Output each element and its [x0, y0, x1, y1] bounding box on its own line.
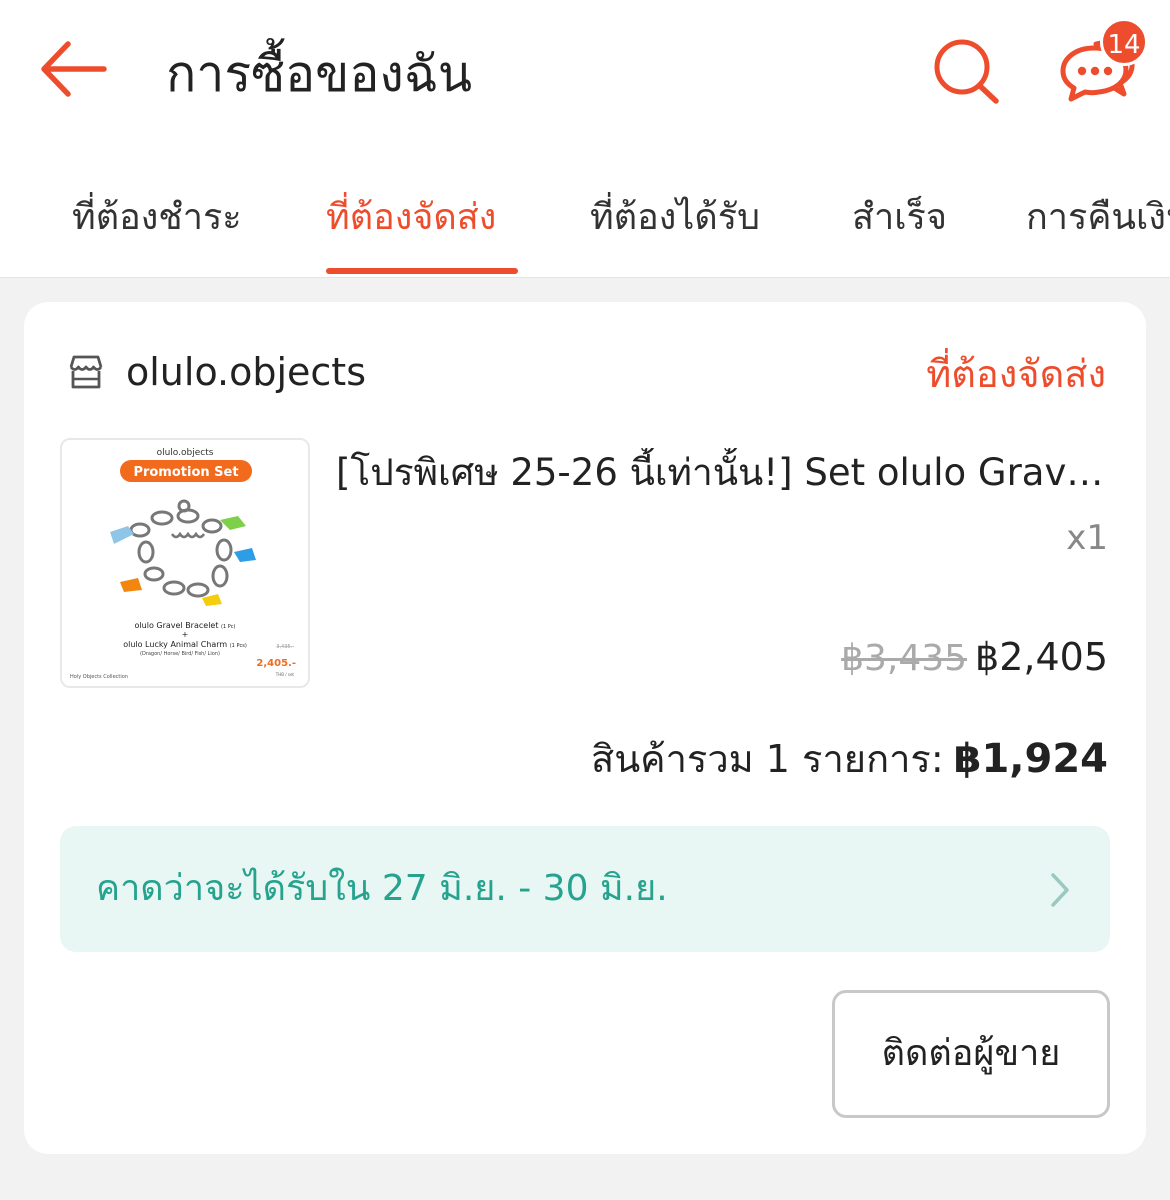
- product-quantity: x1: [1066, 518, 1108, 558]
- shop-name[interactable]: olulo.objects: [126, 346, 366, 398]
- thumb-line3: (Dragon/ Horse/ Bird/ Fish/ Lion): [140, 651, 220, 657]
- active-tab-indicator: [326, 268, 518, 274]
- tab-refund[interactable]: การคืนเงิน: [1026, 180, 1170, 278]
- header: การซื้อของฉัน 14: [0, 0, 1170, 150]
- shop-icon: [69, 355, 103, 389]
- thumb-brand: olulo.objects: [157, 448, 214, 458]
- chevron-right-icon: [1051, 873, 1069, 907]
- order-total-label: สินค้ารวม 1 รายการ:: [591, 737, 944, 781]
- contact-seller-button[interactable]: ติดต่อผู้ขาย: [832, 990, 1110, 1118]
- delivery-estimate-banner[interactable]: คาดว่าจะได้รับใน 27 มิ.ย. - 30 มิ.ย.: [60, 826, 1110, 952]
- thumb-plus: +: [182, 630, 189, 639]
- thumb-new-price: 2,405.-: [256, 658, 296, 669]
- order-status-tabs: ที่ต้องชำระ ที่ต้องจัดส่ง ที่ต้องได้รับ …: [0, 180, 1170, 278]
- order-total-amount: ฿1,924: [953, 736, 1108, 782]
- delivery-estimate-text: คาดว่าจะได้รับใน 27 มิ.ย. - 30 มิ.ย.: [96, 868, 668, 909]
- tab-to-ship[interactable]: ที่ต้องจัดส่ง: [326, 180, 496, 278]
- chat-unread-badge: 14: [1100, 18, 1148, 66]
- product-thumbnail[interactable]: olulo.objects Promotion Set olulo Gravel…: [60, 438, 310, 688]
- product-price: ฿3,435 ฿2,405: [841, 632, 1108, 690]
- tab-to-pay[interactable]: ที่ต้องชำระ: [72, 180, 242, 278]
- tab-completed[interactable]: สำเร็จ: [852, 180, 947, 278]
- order-status-label: ที่ต้องจัดส่ง: [926, 352, 1106, 396]
- top-bar: การซื้อของฉัน 14 ที่ต้องชำระ ที่ต้องจัดส…: [0, 0, 1170, 278]
- thumb-collection: Holy Objects Collection: [70, 674, 128, 680]
- tab-to-receive[interactable]: ที่ต้องได้รับ: [590, 180, 760, 278]
- product-title[interactable]: [โปรพิเศษ 25-26 นี้เท่านั้น!] Set olulo …: [336, 448, 1108, 498]
- thumb-promo-badge: Promotion Set: [133, 465, 238, 480]
- search-button[interactable]: [928, 36, 1004, 106]
- back-arrow-icon: [41, 41, 107, 97]
- thumb-line1: olulo Gravel Bracelet (1 Pc): [135, 621, 236, 630]
- original-price: ฿3,435: [841, 638, 968, 679]
- thumb-unit: THB / set: [275, 672, 295, 677]
- product-image: olulo.objects Promotion Set olulo Gravel…: [62, 440, 308, 686]
- search-icon: [934, 39, 999, 104]
- page-title: การซื้อของฉัน: [166, 45, 473, 103]
- thumb-line2: olulo Lucky Animal Charm (1 Pcs): [123, 640, 247, 649]
- thumb-old-price: 3,435.-: [276, 644, 294, 650]
- current-price: ฿2,405: [975, 635, 1108, 679]
- order-total: สินค้ารวม 1 รายการ: ฿1,924: [591, 734, 1108, 784]
- order-card: olulo.objects ที่ต้องจัดส่ง olulo.object…: [24, 302, 1146, 1154]
- back-button[interactable]: [36, 36, 110, 100]
